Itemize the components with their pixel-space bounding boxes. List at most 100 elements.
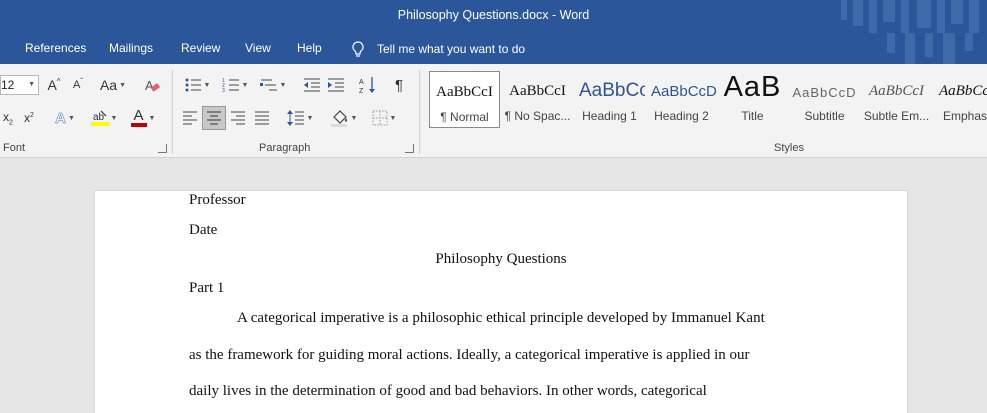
group-separator xyxy=(172,70,173,154)
show-formatting-marks-button[interactable]: ¶ xyxy=(389,75,409,95)
style-name: Heading 1 xyxy=(582,109,637,123)
svg-text:Z: Z xyxy=(359,88,364,94)
highlighter-icon: ab xyxy=(90,110,109,126)
clear-formatting-icon: A xyxy=(145,78,160,93)
title-bar-pattern xyxy=(837,0,987,33)
style-preview: AaB xyxy=(723,71,782,103)
borders-button[interactable]: ▼ xyxy=(367,108,401,128)
borders-icon xyxy=(372,110,388,126)
svg-text:A: A xyxy=(145,78,154,93)
doc-paragraph-line: A categorical imperative is a philosophi… xyxy=(237,310,765,326)
style-name: Subtitle xyxy=(804,109,845,123)
chevron-down-icon: ▼ xyxy=(241,81,249,89)
decrease-indent-button[interactable] xyxy=(302,75,322,95)
superscript-button[interactable]: x2 xyxy=(20,108,38,128)
font-color-button[interactable]: A ▼ xyxy=(126,108,160,128)
line-spacing-icon xyxy=(286,110,304,126)
highlight-color-button[interactable]: ab ▼ xyxy=(86,108,122,128)
style-emphasis[interactable]: AaBbCcI Emphas xyxy=(933,71,987,128)
align-right-button[interactable] xyxy=(228,108,248,128)
multilevel-list-button[interactable]: ▼ xyxy=(256,75,290,95)
group-separator xyxy=(419,70,420,154)
align-left-button[interactable] xyxy=(180,108,200,128)
caret-up-icon: ^ xyxy=(56,76,61,86)
style-no-spacing[interactable]: AaBbCcI ¶ No Spac... xyxy=(502,71,573,128)
line-spacing-button[interactable]: ▼ xyxy=(283,108,317,128)
decrease-indent-icon xyxy=(304,78,320,92)
font-color-glyph: A xyxy=(130,107,147,127)
clear-formatting-button[interactable]: A xyxy=(142,75,162,95)
change-case-button[interactable]: Aa ▼ xyxy=(97,75,129,95)
chevron-down-icon: ▼ xyxy=(279,81,287,89)
style-name: Emphas xyxy=(943,109,987,123)
sort-button[interactable]: AZ xyxy=(358,75,378,95)
doc-line-part: Part 1 xyxy=(189,280,225,296)
doc-line-date: Date xyxy=(189,222,218,238)
sort-icon: AZ xyxy=(359,77,375,94)
chevron-down-icon: ▼ xyxy=(203,81,211,89)
shrink-font-button[interactable]: Aˇ xyxy=(69,75,87,95)
document-page[interactable]: Professor Date Philosophy Questions Part… xyxy=(94,190,908,413)
change-case-label: Aa xyxy=(99,77,118,93)
font-dialog-launcher[interactable] xyxy=(158,144,167,153)
styles-group-label: Styles xyxy=(774,142,804,154)
numbered-list-icon: 1 2 3 xyxy=(222,78,239,93)
chevron-down-icon: ▼ xyxy=(28,81,35,88)
shading-button[interactable]: ▼ xyxy=(327,108,361,128)
font-size-value: 12 xyxy=(1,78,15,92)
style-name: Heading 2 xyxy=(654,109,709,123)
font-size-box[interactable]: 12 ▼ xyxy=(0,75,39,95)
chevron-down-icon: ▼ xyxy=(148,114,156,122)
font-color-swatch xyxy=(130,123,147,127)
style-normal[interactable]: AaBbCcI ¶ Normal xyxy=(429,71,500,128)
grow-font-button[interactable]: A ^ xyxy=(45,75,63,95)
style-name: ¶ Normal xyxy=(440,110,489,124)
tab-help[interactable]: Help xyxy=(297,41,322,55)
tab-mailings[interactable]: Mailings xyxy=(109,41,153,55)
text-effects-label: A xyxy=(55,109,66,127)
style-preview: AaBbCcI xyxy=(869,83,924,99)
increase-indent-button[interactable] xyxy=(326,75,346,95)
style-name: Subtle Em... xyxy=(863,109,930,123)
grow-font-label: A xyxy=(47,77,57,93)
paragraph-group-label: Paragraph xyxy=(259,142,311,154)
paint-bucket-icon xyxy=(330,110,347,127)
paragraph-dialog-launcher[interactable] xyxy=(405,144,414,153)
tab-references[interactable]: References xyxy=(25,41,86,55)
lightbulb-icon xyxy=(352,41,364,57)
chevron-down-icon: ▼ xyxy=(389,114,397,122)
doc-paragraph-line: daily lives in the determination of good… xyxy=(189,383,707,399)
style-name: Title xyxy=(741,109,764,123)
menu-bar-pattern xyxy=(877,33,987,64)
font-color-label: A xyxy=(133,107,144,124)
style-title[interactable]: AaB Title xyxy=(717,71,788,128)
numbering-button[interactable]: 1 2 3 ▼ xyxy=(218,75,252,95)
svg-text:3: 3 xyxy=(222,88,225,93)
style-preview: AaBbCcI xyxy=(509,83,566,99)
chevron-down-icon: ▼ xyxy=(110,114,118,122)
text-effects-button[interactable]: A ▼ xyxy=(50,108,80,128)
chevron-down-icon: ▼ xyxy=(350,114,358,122)
subscript-button[interactable]: x2 xyxy=(0,108,16,128)
style-preview: AaBbCcI xyxy=(939,83,987,99)
align-center-button[interactable] xyxy=(202,106,226,130)
justify-button[interactable] xyxy=(252,108,272,128)
style-heading-1[interactable]: AaBbCc Heading 1 xyxy=(574,71,645,128)
title-bar: Philosophy Questions.docx - Word xyxy=(0,0,987,33)
multilevel-list-icon xyxy=(259,79,277,91)
ribbon: 12 ▼ A ^ Aˇ Aa ▼ A x2 x2 A ▼ ab ▼ A ▼ Fo… xyxy=(0,64,987,158)
style-heading-2[interactable]: AaBbCcD Heading 2 xyxy=(646,71,717,128)
bullets-button[interactable]: ▼ xyxy=(180,75,214,95)
style-subtle-emphasis[interactable]: AaBbCcI Subtle Em... xyxy=(861,71,932,128)
align-right-icon xyxy=(231,111,245,125)
shrink-font-label: A xyxy=(72,79,81,91)
tell-me-search[interactable]: Tell me what you want to do xyxy=(351,39,525,59)
superscript-icon: x2 xyxy=(24,111,34,125)
document-area[interactable]: Professor Date Philosophy Questions Part… xyxy=(0,158,987,413)
increase-indent-icon xyxy=(328,78,344,92)
chevron-down-icon: ▼ xyxy=(119,81,127,89)
tab-view[interactable]: View xyxy=(245,41,271,55)
styles-gallery: AaBbCcI ¶ Normal AaBbCcI ¶ No Spac... Aa… xyxy=(426,71,987,131)
style-subtitle[interactable]: AaBbCcD Subtitle xyxy=(789,71,860,128)
tab-review[interactable]: Review xyxy=(181,41,220,55)
